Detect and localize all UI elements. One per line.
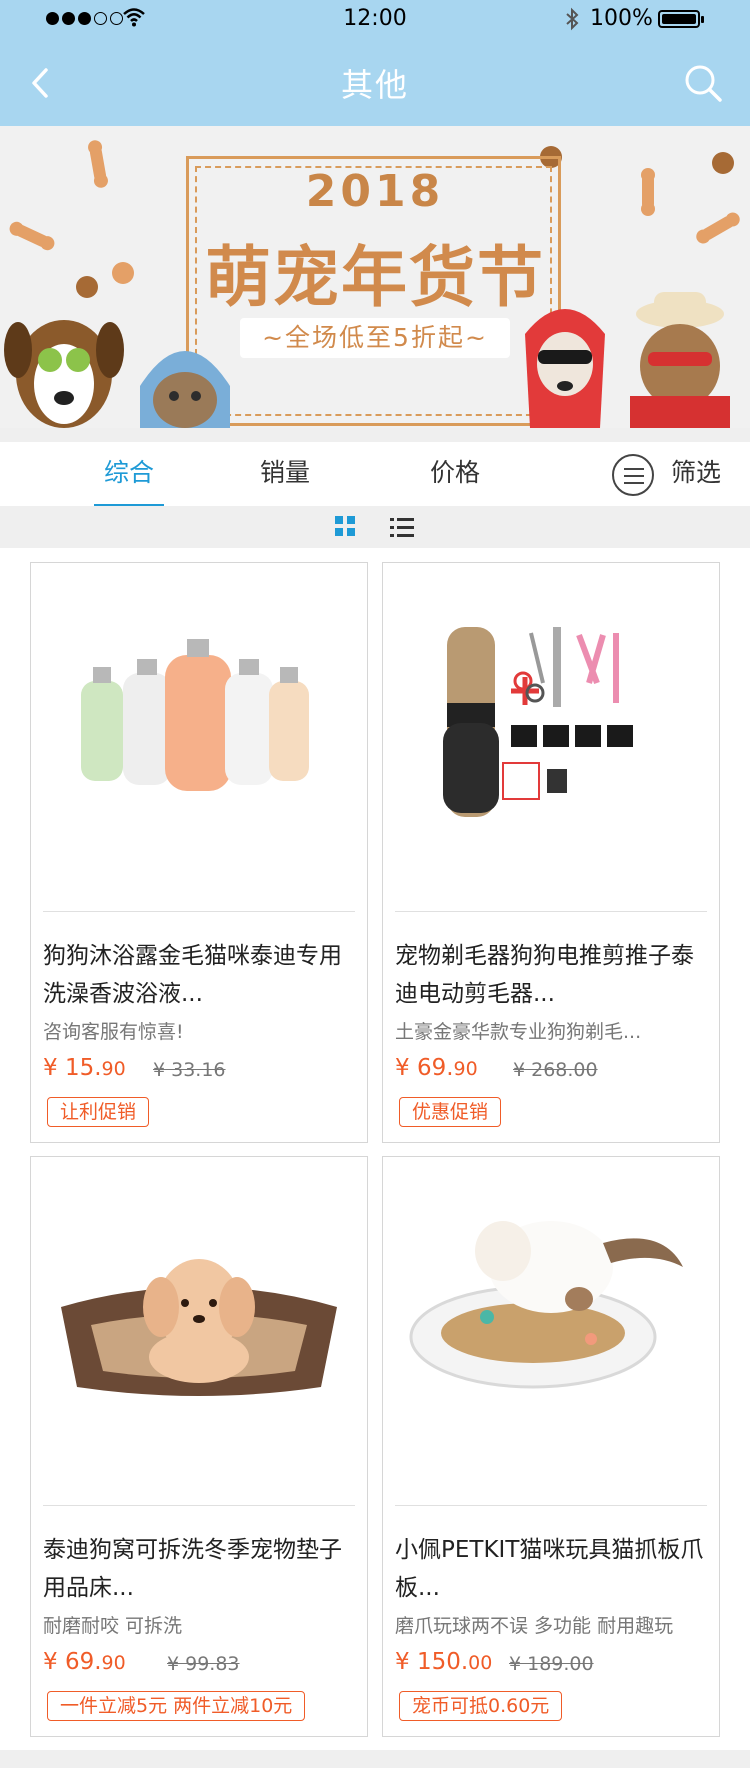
product-price: ¥ 69.90 bbox=[395, 1055, 478, 1081]
list-view-icon[interactable] bbox=[390, 516, 414, 538]
product-grid: 狗狗沐浴露金毛猫咪泰迪专用洗澡香波浴液... 咨询客服有惊喜! ¥ 15.90 … bbox=[0, 548, 750, 1768]
product-title: 小佩PETKIT猫咪玩具猫抓板爪板... bbox=[395, 1537, 704, 1601]
product-image bbox=[81, 639, 309, 791]
battery-percent: 100% bbox=[590, 6, 653, 31]
original-price: ¥ 33.16 bbox=[153, 1059, 226, 1081]
product-price: ¥ 69.90 bbox=[43, 1649, 126, 1675]
bottom-band bbox=[0, 1750, 750, 1768]
tab-comprehensive[interactable]: 综合 bbox=[94, 442, 164, 508]
banner-year: 2018 bbox=[305, 166, 445, 217]
product-card[interactable]: 小佩PETKIT猫咪玩具猫抓板爪板... 磨爪玩球两不误 多功能 耐用趣玩 ¥ … bbox=[382, 1156, 720, 1737]
promo-banner[interactable]: 2018 萌宠年货节 ~全场低至5折起~ bbox=[0, 126, 750, 428]
price-int: ¥ 15. bbox=[43, 1055, 102, 1081]
price-frac: 90 bbox=[453, 1058, 478, 1080]
card-divider bbox=[395, 911, 707, 912]
bluetooth-icon bbox=[566, 7, 579, 31]
product-image bbox=[61, 1259, 337, 1396]
product-card[interactable]: 宠物剃毛器狗狗电推剪推子泰迪电动剪毛器... 土豪金豪华款专业狗狗剃毛... ¥… bbox=[382, 562, 720, 1143]
price-frac: 90 bbox=[101, 1058, 126, 1080]
cat-illustration bbox=[140, 351, 230, 428]
product-image bbox=[443, 627, 633, 817]
tab-label: 销量 bbox=[259, 458, 310, 487]
product-title: 泰迪狗窝可拆洗冬季宠物垫子用品床... bbox=[43, 1537, 342, 1601]
status-bar: 12:00 100% bbox=[0, 0, 750, 40]
cat-illustration bbox=[630, 292, 730, 428]
product-desc: 耐磨耐咬 可拆洗 bbox=[43, 1615, 183, 1637]
product-image bbox=[409, 1221, 683, 1389]
dog-illustration bbox=[525, 309, 605, 428]
filter-button[interactable]: 筛选 bbox=[666, 442, 726, 506]
product-card[interactable]: 泰迪狗窝可拆洗冬季宠物垫子用品床... 耐磨耐咬 可拆洗 ¥ 69.90 ¥ 9… bbox=[30, 1156, 368, 1737]
product-desc: 磨爪玩球两不误 多功能 耐用趣玩 bbox=[395, 1615, 674, 1637]
filter-label: 筛选 bbox=[670, 458, 721, 487]
product-card[interactable]: 狗狗沐浴露金毛猫咪泰迪专用洗澡香波浴液... 咨询客服有惊喜! ¥ 15.90 … bbox=[30, 562, 368, 1143]
promo-tag: 一件立减5元 两件立减10元 bbox=[47, 1691, 306, 1721]
original-price: ¥ 99.83 bbox=[167, 1653, 240, 1675]
promo-tag: 宠币可抵0.60元 bbox=[399, 1691, 563, 1721]
top-bar: 12:00 100% 其他 bbox=[0, 0, 750, 126]
product-title: 狗狗沐浴露金毛猫咪泰迪专用洗澡香波浴液... bbox=[43, 943, 342, 1007]
tab-label: 综合 bbox=[103, 458, 154, 487]
product-desc: 咨询客服有惊喜! bbox=[43, 1021, 184, 1043]
sort-tabs: 综合 销量 价格 筛选 bbox=[0, 428, 750, 508]
product-title: 宠物剃毛器狗狗电推剪推子泰迪电动剪毛器... bbox=[395, 943, 694, 1007]
dog-illustration bbox=[4, 320, 124, 428]
promo-tag: 优惠促销 bbox=[399, 1097, 502, 1127]
price-frac: 90 bbox=[101, 1652, 126, 1674]
battery-icon bbox=[658, 10, 704, 28]
promo-tag: 让利促销 bbox=[47, 1097, 150, 1127]
tab-price[interactable]: 价格 bbox=[420, 442, 490, 506]
view-toggle-bar bbox=[0, 506, 750, 548]
card-divider bbox=[43, 911, 355, 912]
price-int: ¥ 150. bbox=[395, 1649, 469, 1675]
original-price: ¥ 189.00 bbox=[509, 1653, 594, 1675]
product-price: ¥ 150.00 bbox=[395, 1649, 492, 1675]
tab-label: 价格 bbox=[429, 458, 480, 487]
product-desc: 土豪金豪华款专业狗狗剃毛... bbox=[395, 1021, 642, 1043]
tab-sales[interactable]: 销量 bbox=[250, 442, 320, 506]
page-title: 其他 bbox=[340, 66, 409, 104]
page: 12:00 100% 其他 2018 萌宠年货节 ~全场低至5折起~ 综合 销量… bbox=[0, 0, 750, 1768]
price-int: ¥ 69. bbox=[43, 1649, 102, 1675]
banner-subtitle: ~全场低至5折起~ bbox=[240, 318, 510, 358]
grid-view-icon[interactable] bbox=[335, 516, 357, 538]
price-frac: 00 bbox=[468, 1652, 493, 1674]
card-divider bbox=[43, 1505, 355, 1506]
filter-icon[interactable] bbox=[612, 454, 654, 496]
product-price: ¥ 15.90 bbox=[43, 1055, 126, 1081]
original-price: ¥ 268.00 bbox=[513, 1059, 598, 1081]
search-icon[interactable] bbox=[680, 60, 728, 108]
price-int: ¥ 69. bbox=[395, 1055, 454, 1081]
card-divider bbox=[395, 1505, 707, 1506]
